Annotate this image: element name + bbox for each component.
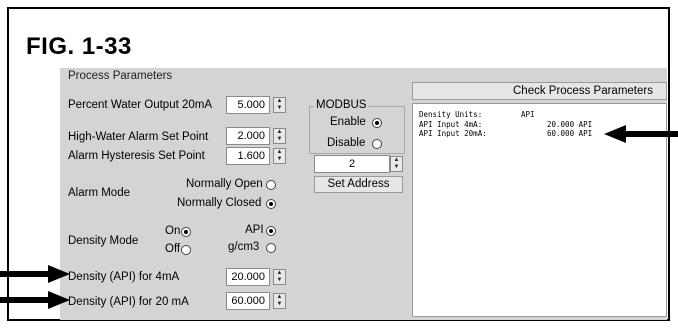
- alarm-normally-open-radio[interactable]: [266, 180, 276, 190]
- callout-arrow-readout: [604, 125, 678, 143]
- figure-title: FIG. 1-33: [26, 33, 132, 60]
- density-20ma-input[interactable]: 60.000: [226, 292, 270, 310]
- high-water-input[interactable]: 2.000: [226, 127, 270, 145]
- density-20ma-stepper[interactable]: ▲ ▼: [273, 293, 286, 309]
- high-water-label: High-Water Alarm Set Point: [68, 131, 209, 143]
- check-process-parameters-button[interactable]: Check Process Parameters: [412, 82, 667, 100]
- density-gcm3-radio[interactable]: [266, 243, 276, 253]
- hysteresis-label: Alarm Hysteresis Set Point: [68, 150, 205, 162]
- density-mode-label: Density Mode: [68, 235, 139, 247]
- percent-water-label: Percent Water Output 20mA: [68, 99, 213, 111]
- readout-api-4ma-value: 20.000 API: [547, 120, 593, 129]
- alarm-normally-open-label: Normally Open: [186, 178, 263, 190]
- readout-api-20ma-key: API Input 20mA:: [419, 129, 487, 138]
- density-4ma-input[interactable]: 20.000: [226, 268, 270, 286]
- modbus-address-stepper[interactable]: ▲ ▼: [390, 156, 403, 172]
- percent-water-input[interactable]: 5.000: [226, 96, 270, 114]
- readout-density-units-value: API: [521, 110, 535, 119]
- density-api-radio[interactable]: [266, 226, 276, 236]
- hysteresis-stepper[interactable]: ▲ ▼: [273, 148, 286, 164]
- modbus-enable-label: Enable: [330, 116, 366, 128]
- modbus-disable-radio[interactable]: [372, 139, 382, 149]
- percent-water-stepper[interactable]: ▲ ▼: [273, 97, 286, 113]
- callout-arrow-density-4ma: [0, 265, 70, 283]
- modbus-address-input[interactable]: 2: [314, 155, 390, 173]
- hysteresis-input[interactable]: 1.600: [226, 147, 270, 165]
- density-on-label: On: [165, 225, 181, 237]
- modbus-disable-label: Disable: [327, 137, 366, 149]
- modbus-title: MODBUS: [314, 99, 369, 111]
- density-on-radio[interactable]: [181, 227, 191, 237]
- density-4ma-stepper[interactable]: ▲ ▼: [273, 269, 286, 285]
- alarm-normally-closed-radio[interactable]: [266, 199, 276, 209]
- density-4ma-label: Density (API) for 4mA: [68, 271, 180, 283]
- density-api-label: API: [245, 224, 264, 236]
- alarm-normally-closed-label: Normally Closed: [177, 197, 262, 209]
- callout-arrow-density-20ma: [0, 291, 70, 309]
- density-gcm3-label: g/cm3: [228, 241, 260, 253]
- set-address-button[interactable]: Set Address: [314, 176, 403, 193]
- readout-density-units-key: Density Units:: [419, 110, 483, 119]
- density-20ma-label: Density (API) for 20 mA: [68, 296, 189, 308]
- high-water-stepper[interactable]: ▲ ▼: [273, 128, 286, 144]
- density-off-radio[interactable]: [181, 245, 191, 255]
- density-off-label: Off: [165, 243, 181, 255]
- alarm-mode-label: Alarm Mode: [68, 187, 130, 199]
- section-title: Process Parameters: [68, 70, 173, 82]
- modbus-enable-radio[interactable]: [372, 118, 382, 128]
- readout-api-4ma-key: API Input 4mA:: [419, 120, 483, 129]
- readout-api-20ma-value: 60.000 API: [547, 129, 593, 138]
